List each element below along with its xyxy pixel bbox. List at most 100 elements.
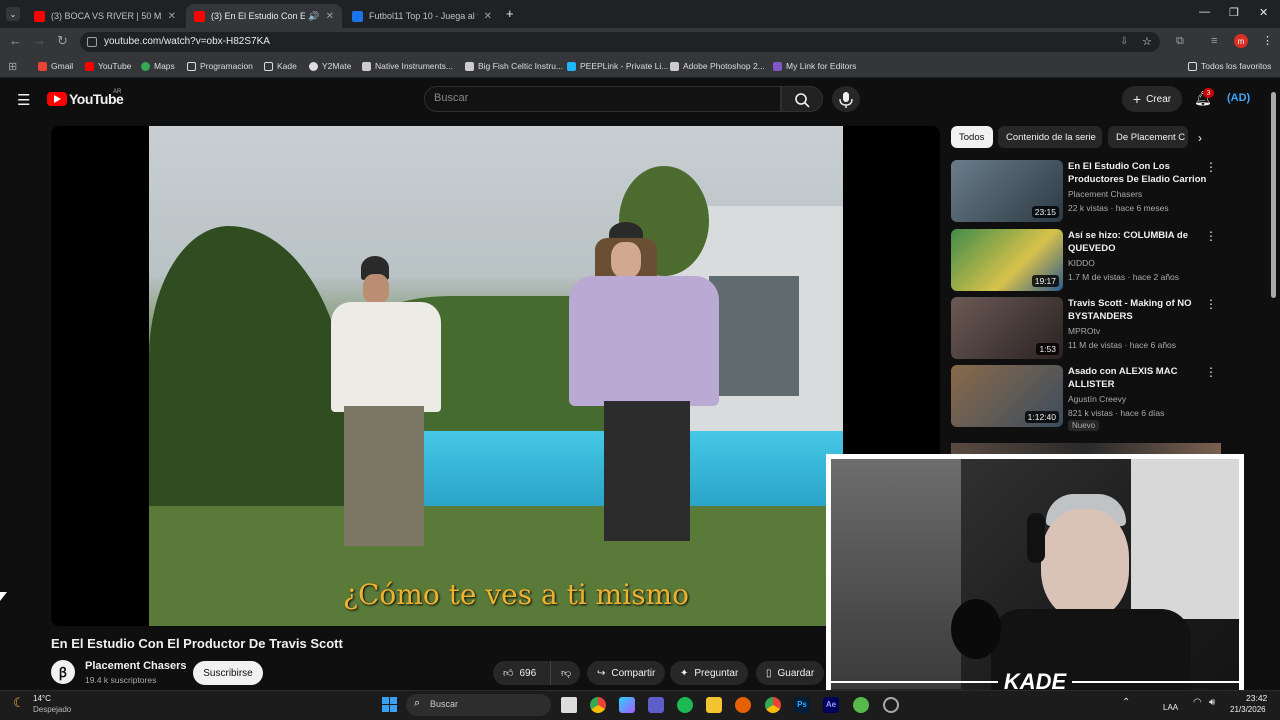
chip-de-placement[interactable]: De Placement C	[1108, 126, 1188, 148]
copilot-icon[interactable]	[619, 697, 635, 713]
brave-icon[interactable]	[735, 697, 751, 713]
youtube-logo-icon[interactable]	[47, 92, 67, 106]
recommended-channel[interactable]: Placement Chasers	[1068, 189, 1142, 199]
windows-start-icon[interactable]	[382, 697, 398, 713]
subscribe-button[interactable]: Suscribirse	[193, 661, 263, 685]
video-thumbnail[interactable]: 23:15	[951, 160, 1063, 222]
more-options-icon[interactable]: ⋮	[1205, 297, 1217, 311]
tab-en-el-estudio[interactable]: (3) En El Estudio Con El Pro 🔊 ✕	[186, 4, 342, 28]
taskbar-search[interactable]: ⌕ Buscar	[406, 694, 551, 716]
video-thumbnail[interactable]: 1:12:40	[951, 365, 1063, 427]
bookmark-star-icon[interactable]: ☆	[1142, 35, 1152, 48]
chrome-profile-icon[interactable]	[765, 697, 781, 713]
spotify-icon[interactable]	[677, 697, 693, 713]
forward-icon[interactable]: →	[33, 6, 46, 48]
bookmark-kade[interactable]: Kade	[264, 61, 297, 71]
bookmark-maps[interactable]: Maps	[141, 61, 175, 71]
search-box[interactable]	[424, 86, 781, 112]
apps-grid-icon[interactable]: ⊞	[8, 60, 17, 73]
after-effects-icon[interactable]: Ae	[823, 697, 839, 713]
like-button[interactable]: 👍︎ 696	[493, 661, 550, 685]
dislike-button[interactable]: 👎︎	[550, 661, 580, 685]
show-hidden-icons[interactable]: ⌃	[1122, 697, 1130, 708]
ask-button[interactable]: ✦ Preguntar	[670, 661, 749, 685]
profile-avatar[interactable]: m	[1234, 34, 1248, 48]
speaker-icon[interactable]: 🔊	[308, 11, 319, 22]
tab-futbol11[interactable]: Futbol11 Top 10 - Juega al fútb ✕	[344, 4, 500, 28]
bookmark-programacion[interactable]: Programacion	[187, 61, 253, 71]
all-bookmarks[interactable]: Todos los favoritos	[1188, 61, 1271, 71]
new-tab-button[interactable]: +	[506, 6, 514, 21]
channel-avatar[interactable]: ꞵ	[51, 660, 75, 684]
bookmark-y2mate[interactable]: Y2Mate	[309, 61, 351, 71]
more-options-icon[interactable]: ⋮	[1205, 160, 1217, 174]
recommended-channel[interactable]: KIDDO	[1068, 258, 1095, 268]
more-options-icon[interactable]: ⋮	[1205, 365, 1217, 379]
photoshop-taskbar-icon[interactable]: Ps	[794, 697, 810, 713]
chrome-taskbar-icon[interactable]	[590, 697, 606, 713]
search-button[interactable]	[781, 86, 823, 112]
hamburger-menu-icon[interactable]: ☰	[17, 91, 30, 109]
reload-icon[interactable]: ↻	[57, 6, 68, 48]
voice-search-button[interactable]	[832, 86, 860, 112]
bookmark-big-fish[interactable]: Big Fish Celtic Instru...	[465, 61, 563, 71]
share-button[interactable]: ↪ Compartir	[587, 661, 666, 685]
settings-gear-icon[interactable]	[883, 697, 899, 713]
teams-icon[interactable]	[648, 697, 664, 713]
language-indicator[interactable]: LAA	[1163, 703, 1178, 712]
more-options-icon[interactable]: ⋮	[1205, 229, 1217, 243]
site-info-icon[interactable]	[87, 37, 97, 47]
clock-date[interactable]: 21/3/2026	[1230, 705, 1266, 714]
install-app-icon[interactable]: ⇩	[1120, 36, 1128, 47]
task-view-icon[interactable]	[561, 697, 577, 713]
recommended-channel[interactable]: MPROtv	[1068, 326, 1100, 336]
recommended-title[interactable]: En El Estudio Con Los Productores De Ela…	[1068, 160, 1208, 186]
recommended-video[interactable]: 1:12:40 Asado con ALEXIS MAC ALLISTER Ag…	[951, 365, 1221, 431]
search-input[interactable]: Buscar	[434, 92, 468, 104]
close-tab-icon[interactable]: ✕	[326, 11, 334, 22]
weather-condition[interactable]: Despejado	[33, 705, 71, 714]
bookmark-native-instruments[interactable]: Native Instruments...	[362, 61, 453, 71]
recommended-title[interactable]: Travis Scott - Making of NO BYSTANDERS	[1068, 297, 1208, 323]
recommended-video[interactable]: 19:17 Así se hizo: COLUMBIA de QUEVEDO K…	[951, 229, 1221, 291]
bookmark-peeplink[interactable]: PEEPLink - Private Li...	[567, 61, 668, 71]
app-green-icon[interactable]	[853, 697, 869, 713]
close-tab-icon[interactable]: ✕	[484, 11, 492, 22]
back-icon[interactable]: ←	[9, 6, 22, 48]
recommended-title[interactable]: Asado con ALEXIS MAC ALLISTER	[1068, 365, 1208, 391]
recommended-video[interactable]: 23:15 En El Estudio Con Los Productores …	[951, 160, 1221, 222]
url-text[interactable]: youtube.com/watch?v=obx-H82S7KA	[104, 36, 270, 47]
tab-boca-river[interactable]: (3) BOCA VS RIVER | 50 MEJOR ✕	[26, 4, 184, 28]
weather-moon-icon[interactable]: ☾	[13, 695, 25, 711]
video-thumbnail[interactable]: 1:53	[951, 297, 1063, 359]
clock-time[interactable]: 23:42	[1246, 693, 1267, 703]
weather-temp[interactable]: 14°C	[33, 694, 51, 703]
chevron-right-icon[interactable]: ›	[1198, 131, 1202, 145]
video-player[interactable]: ¿Cómo te ves a ti mismo	[51, 126, 940, 626]
page-scrollbar[interactable]	[1271, 92, 1276, 298]
close-window-icon[interactable]: ✕	[1259, 6, 1268, 19]
close-tab-icon[interactable]: ✕	[168, 11, 176, 22]
channel-name[interactable]: Placement Chasers	[85, 660, 187, 672]
recommended-channel[interactable]: Agustín Creevy	[1068, 394, 1126, 404]
chrome-menu-icon[interactable]: ⋮	[1262, 34, 1273, 47]
chip-contenido-serie[interactable]: Contenido de la serie	[998, 126, 1102, 148]
bookmark-photoshop[interactable]: Adobe Photoshop 2...	[670, 61, 765, 71]
create-button[interactable]: + Crear	[1122, 86, 1182, 112]
bookmark-my-link[interactable]: My Link for Editors	[773, 61, 856, 71]
bookmark-youtube[interactable]: YouTube	[85, 61, 131, 71]
volume-icon[interactable]: 🔊︎	[1209, 697, 1215, 708]
recommended-title[interactable]: Así se hizo: COLUMBIA de QUEVEDO	[1068, 229, 1208, 255]
recommended-video[interactable]: 1:53 Travis Scott - Making of NO BYSTAND…	[951, 297, 1221, 359]
media-controls-icon[interactable]: ≡	[1211, 35, 1217, 47]
minimize-icon[interactable]: —	[1199, 6, 1210, 18]
restore-icon[interactable]: ❐	[1229, 6, 1239, 19]
save-button[interactable]: ▯ Guardar	[756, 661, 825, 685]
extensions-icon[interactable]: ⧉	[1176, 35, 1184, 48]
chip-todos[interactable]: Todos	[951, 126, 993, 148]
account-avatar[interactable]: (AD)	[1227, 92, 1250, 104]
video-thumbnail[interactable]: 19:17	[951, 229, 1063, 291]
bookmark-gmail[interactable]: Gmail	[38, 61, 73, 71]
file-explorer-icon[interactable]	[706, 697, 722, 713]
network-icon[interactable]: ◠	[1193, 697, 1202, 708]
